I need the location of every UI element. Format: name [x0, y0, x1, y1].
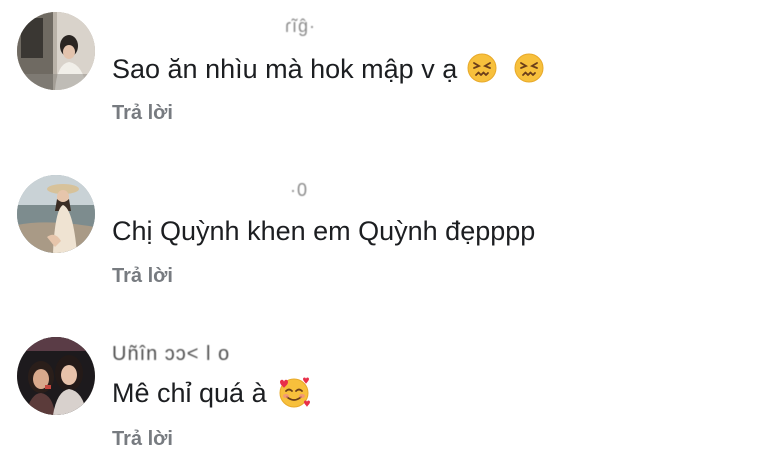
confounded-face-emoji: [467, 53, 497, 83]
commenter-name[interactable]: ·0: [290, 180, 308, 202]
smiling-face-with-hearts-emoji: [276, 374, 312, 410]
comment-body: Sao ăn nhìu mà hok mập v ạ: [112, 54, 458, 84]
commenter-avatar[interactable]: [17, 12, 95, 90]
confounded-face-emoji: [514, 53, 544, 83]
commenter-name[interactable]: Uñîn ɔɔ< l o: [112, 343, 230, 365]
reply-button[interactable]: Trả lời: [112, 102, 173, 125]
avatar-photo: [17, 175, 95, 253]
commenter-name[interactable]: ɾĩĝ·: [285, 16, 316, 38]
comment-text: Sao ăn nhìu mà hok mập v ạ: [112, 52, 544, 86]
reply-button[interactable]: Trả lời: [112, 265, 173, 288]
commenter-avatar[interactable]: [17, 337, 95, 415]
comment-body: Mê chỉ quá à: [112, 378, 267, 408]
reply-button[interactable]: Trả lời: [112, 428, 173, 451]
avatar-photo: [17, 337, 95, 415]
comment-body: Chị Quỳnh khen em Quỳnh đẹpppp: [112, 216, 536, 246]
commenter-avatar[interactable]: [17, 175, 95, 253]
comment-text: Chị Quỳnh khen em Quỳnh đẹpppp: [112, 214, 535, 248]
avatar-photo: [17, 12, 95, 90]
comment-text: Mê chỉ quá à: [112, 374, 312, 410]
